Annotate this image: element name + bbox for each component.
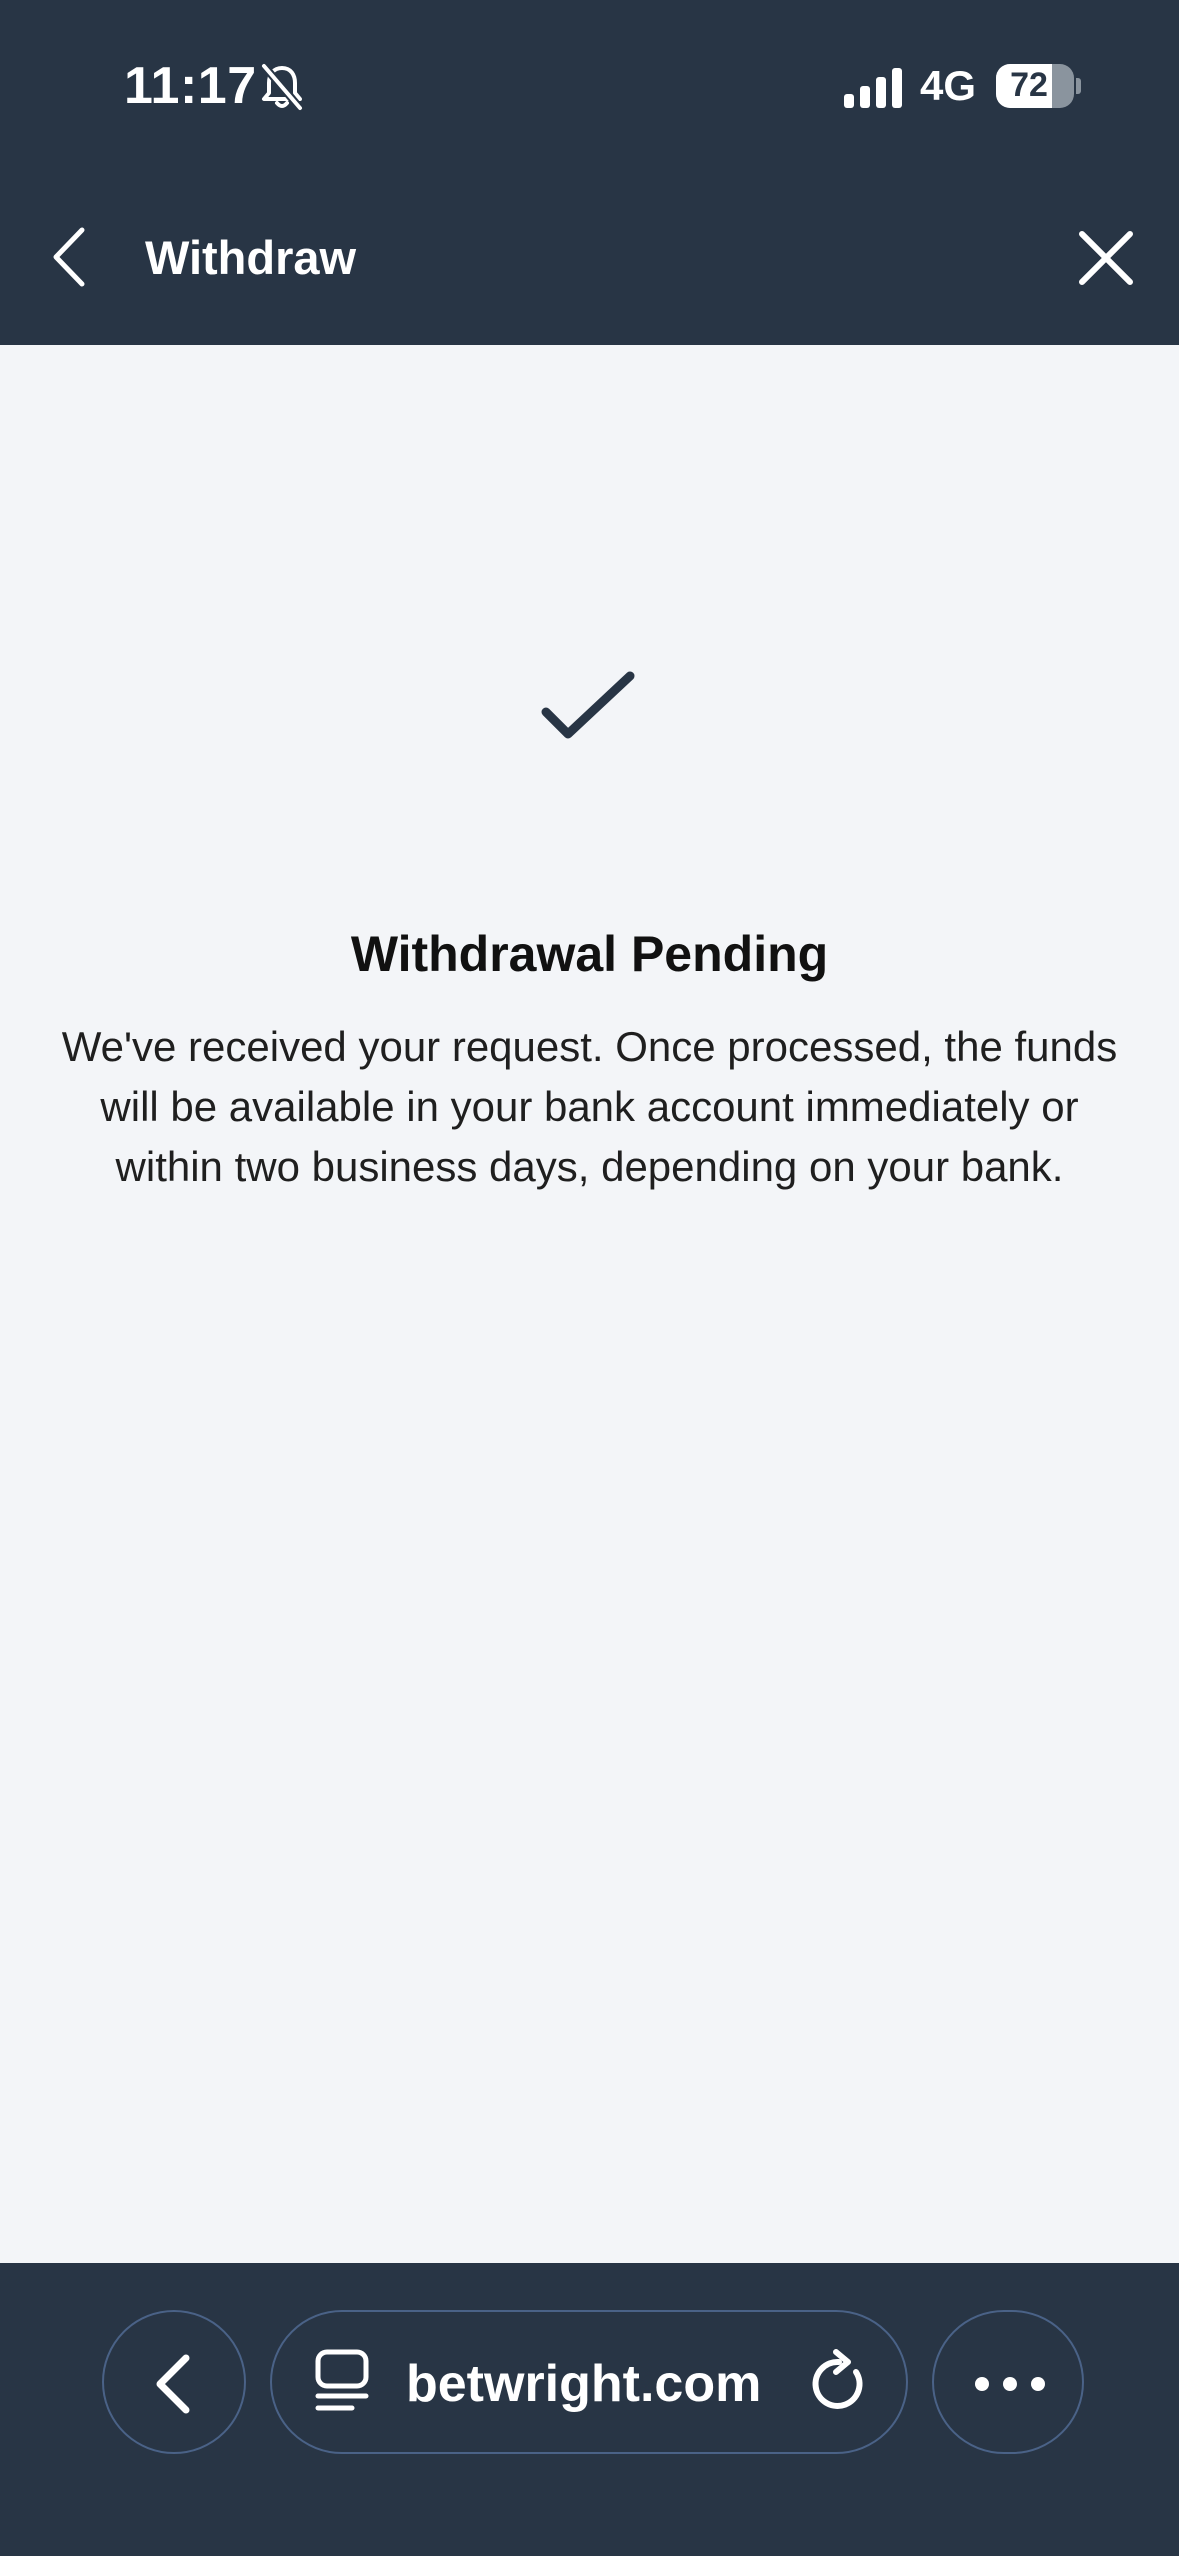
page-title: Withdraw: [145, 231, 357, 284]
back-chevron-icon[interactable]: [44, 222, 104, 292]
network-type: 4G: [920, 62, 977, 109]
battery-indicator: 72: [996, 64, 1081, 108]
bell-muted-icon: [260, 63, 304, 111]
status-time: 11:17: [124, 57, 257, 115]
withdraw-result-panel: Withdrawal Pending We've received your r…: [0, 345, 1179, 2263]
close-icon[interactable]: [1074, 226, 1138, 290]
battery-level: 72: [1010, 66, 1048, 104]
url-text: betwright.com: [406, 2355, 762, 2413]
browser-back-button[interactable]: [102, 2310, 246, 2454]
result-title: Withdrawal Pending: [350, 926, 829, 982]
address-bar[interactable]: betwright.com: [270, 2310, 908, 2454]
result-message: We've received your request. Once proces…: [61, 1023, 1118, 1190]
app-header: Withdraw: [0, 170, 1179, 345]
chevron-left-icon: [156, 2354, 190, 2414]
tabs-icon[interactable]: [312, 2348, 372, 2416]
more-icon: [975, 2377, 1045, 2391]
checkmark-icon: [541, 671, 635, 739]
browser-toolbar: betwright.com: [0, 2263, 1179, 2556]
status-bar: 11:17 4G 72: [0, 0, 1179, 170]
more-options-button[interactable]: [932, 2310, 1084, 2454]
reload-icon[interactable]: [806, 2348, 872, 2416]
signal-icon: [844, 68, 902, 108]
